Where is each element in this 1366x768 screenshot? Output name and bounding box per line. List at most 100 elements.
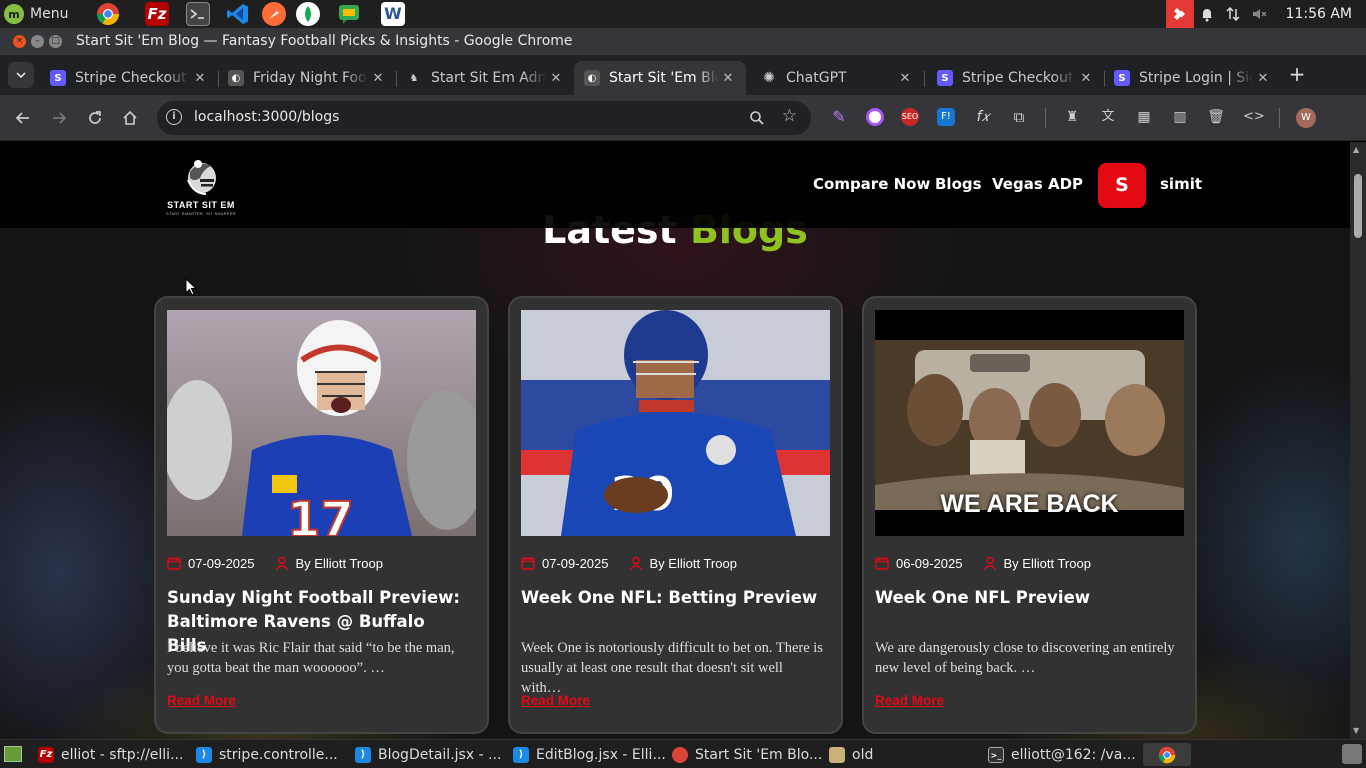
- chrome-icon[interactable]: [96, 2, 120, 26]
- user-icon: [983, 556, 997, 570]
- os-top-panel: m Menu Fz W 11:56 AM: [0, 0, 1366, 28]
- home-icon[interactable]: [118, 106, 142, 130]
- blog-date: 07-09-2025: [542, 555, 609, 571]
- forward-icon[interactable]: [47, 106, 71, 130]
- filezilla-icon[interactable]: Fz: [145, 2, 169, 26]
- tab-start-sit-em-blog[interactable]: ◐ Start Sit 'Em Blog ✕: [574, 61, 746, 95]
- trash-icon[interactable]: 🗑: [1207, 108, 1225, 126]
- seo-extension-icon[interactable]: SEO: [901, 108, 919, 126]
- taskbar-item-terminal[interactable]: >_ elliott@162: /va...: [982, 743, 1136, 766]
- new-tab-button[interactable]: +: [1287, 63, 1307, 87]
- username[interactable]: simit: [1160, 175, 1202, 193]
- taskbar-item-vscode-blogdetail[interactable]: ⟩ BlogDetail.jsx - ...: [349, 743, 501, 766]
- close-tab-icon[interactable]: ✕: [1253, 71, 1273, 86]
- minimize-window-button[interactable]: –: [31, 35, 44, 48]
- close-tab-icon[interactable]: ✕: [546, 71, 566, 86]
- close-window-button[interactable]: ×: [13, 35, 26, 48]
- tab-stripe-checkout-1[interactable]: S Stripe Checkout ✕: [40, 61, 218, 95]
- back-icon[interactable]: [11, 106, 35, 130]
- site-info-icon[interactable]: i: [166, 109, 182, 125]
- blog-thumbnail[interactable]: 29: [521, 310, 830, 536]
- page-scrollbar[interactable]: ▲ ▼: [1350, 142, 1366, 739]
- maximize-window-button[interactable]: □: [49, 35, 62, 48]
- close-tab-icon[interactable]: ✕: [895, 71, 915, 86]
- google-chat-icon[interactable]: [337, 2, 361, 26]
- vscode-icon: ⟩: [513, 746, 529, 763]
- taskbar-item-chrome[interactable]: Start Sit 'Em Blo...: [666, 743, 822, 766]
- devtools-code-icon[interactable]: <>: [1243, 108, 1265, 126]
- blog-title[interactable]: Week One NFL Preview: [875, 586, 1175, 610]
- blog-card[interactable]: 29 07-09-2025 By Elliott Troop Week One …: [508, 296, 843, 734]
- nav-blogs[interactable]: Blogs: [935, 175, 982, 193]
- read-more-link[interactable]: Read More: [167, 693, 236, 708]
- reload-icon[interactable]: [83, 106, 107, 130]
- blog-title[interactable]: Week One NFL: Betting Preview: [521, 586, 821, 610]
- anydesk-icon[interactable]: [1165, 0, 1194, 28]
- scrollbar-thumb[interactable]: [1354, 174, 1362, 238]
- tab-stripe-login[interactable]: S Stripe Login | Sign in ✕: [1104, 61, 1281, 95]
- logo-tagline: START SMARTER. SIT SHARPER: [166, 211, 236, 216]
- volume-muted-icon[interactable]: [1246, 0, 1272, 28]
- close-tab-icon[interactable]: ✕: [368, 71, 388, 86]
- chatgpt-icon: ✺: [763, 70, 775, 86]
- vscode-icon[interactable]: [226, 2, 250, 26]
- blog-card[interactable]: 17 07-09-2025 By Elliott Troop Sunday Ni…: [154, 296, 489, 734]
- blog-thumbnail[interactable]: WE ARE BACK: [875, 310, 1184, 536]
- address-bar[interactable]: i localhost:3000/blogs ☆: [157, 101, 811, 135]
- blog-author: By Elliott Troop: [649, 555, 737, 571]
- notifications-icon[interactable]: [1194, 0, 1220, 28]
- reading-mode-icon[interactable]: ▥: [1171, 108, 1189, 126]
- blog-date: 07-09-2025: [188, 555, 255, 571]
- user-icon: [629, 556, 643, 570]
- taskbar-item-chrome-active[interactable]: [1143, 743, 1191, 766]
- user-avatar[interactable]: S: [1098, 163, 1146, 208]
- pen-extension-icon[interactable]: ✎: [830, 108, 848, 126]
- svg-text:17: 17: [287, 492, 354, 536]
- read-more-link[interactable]: Read More: [521, 693, 590, 708]
- taskbar-item-folder[interactable]: old: [823, 743, 873, 766]
- scroll-down-icon[interactable]: ▼: [1353, 726, 1359, 735]
- color-extension-icon[interactable]: [866, 108, 884, 126]
- url-text[interactable]: localhost:3000/blogs: [194, 109, 339, 125]
- spy-extension-icon[interactable]: ♜: [1063, 108, 1081, 126]
- read-more-link[interactable]: Read More: [875, 693, 944, 708]
- mouse-cursor-icon: [185, 278, 197, 296]
- extensions-puzzle-icon[interactable]: ⧉: [1010, 108, 1028, 126]
- word-icon[interactable]: W: [381, 2, 405, 26]
- taskbar-item-vscode-editblog[interactable]: ⟩ EditBlog.jsx - Elli...: [507, 743, 666, 766]
- nav-compare-now[interactable]: Compare Now: [813, 175, 930, 193]
- os-menu-button[interactable]: m Menu: [4, 2, 68, 26]
- site-logo[interactable]: START SIT EM START SMARTER. SIT SHARPER: [154, 154, 248, 216]
- qr-code-icon[interactable]: ▦: [1135, 108, 1153, 126]
- fx-extension-icon[interactable]: f𝑥: [974, 108, 992, 126]
- workspace-switcher-icon[interactable]: [1342, 744, 1362, 764]
- network-icon[interactable]: [1220, 0, 1246, 28]
- site-header: START SIT EM START SMARTER. SIT SHARPER …: [0, 142, 1350, 228]
- tab-friday-night-football[interactable]: ◐ Friday Night Football ✕: [218, 61, 396, 95]
- bookmark-star-icon[interactable]: ☆: [782, 106, 797, 126]
- terminal-icon[interactable]: [186, 2, 210, 26]
- tab-strip: S Stripe Checkout ✕ ◐ Friday Night Footb…: [0, 55, 1366, 95]
- tab-search-button[interactable]: [8, 62, 34, 88]
- translate-icon[interactable]: 文: [1099, 108, 1117, 126]
- fontsinuse-extension-icon[interactable]: F!: [937, 108, 955, 126]
- clock[interactable]: 11:56 AM: [1286, 6, 1352, 22]
- scroll-up-icon[interactable]: ▲: [1353, 145, 1359, 154]
- postman-icon[interactable]: [262, 2, 286, 26]
- close-tab-icon[interactable]: ✕: [1076, 71, 1096, 86]
- close-tab-icon[interactable]: ✕: [718, 71, 738, 86]
- profile-avatar[interactable]: W: [1296, 108, 1316, 128]
- blog-meta: 07-09-2025 By Elliott Troop: [167, 554, 383, 572]
- nav-vegas-adp[interactable]: Vegas ADP: [992, 175, 1083, 193]
- zoom-icon[interactable]: [749, 107, 765, 130]
- taskbar-item-filezilla[interactable]: Fz elliot - sftp://elli...: [32, 743, 183, 766]
- tab-stripe-checkout-2[interactable]: S Stripe Checkout ✕: [927, 61, 1104, 95]
- close-tab-icon[interactable]: ✕: [190, 71, 210, 86]
- tab-start-sit-em-admin[interactable]: ♞ Start Sit Em Admin ✕: [396, 61, 574, 95]
- tab-chatgpt[interactable]: ✺ ChatGPT ✕: [751, 61, 923, 95]
- blog-thumbnail[interactable]: 17: [167, 310, 476, 536]
- show-desktop-icon[interactable]: [4, 746, 22, 762]
- taskbar-item-vscode-stripe[interactable]: ⟩ stripe.controlle...: [190, 743, 338, 766]
- blog-card[interactable]: WE ARE BACK 06-09-2025 By Elliott Troop …: [862, 296, 1197, 734]
- mongodb-compass-icon[interactable]: [296, 2, 320, 26]
